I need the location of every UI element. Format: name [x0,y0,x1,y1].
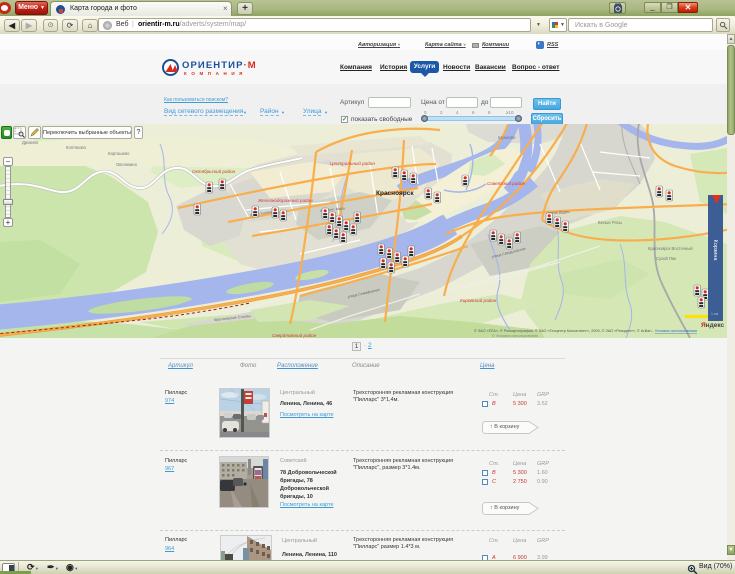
svg-text:Кировский район: Кировский район [460,297,497,303]
svg-text:Шумково: Шумково [498,135,516,140]
svg-text:1 см: 1 см [711,312,719,316]
svg-text:Октябрьский район: Октябрьский район [192,168,236,174]
svg-text:Сухой Пик: Сухой Пик [656,256,676,261]
svg-text:Железнодорожный район: Железнодорожный район [257,197,313,203]
svg-text:Дрокино: Дрокино [22,140,39,145]
svg-text:© ЗАО «ПГА», © Роскартография,: © ЗАО «ПГА», © Роскартография, © ЗАО «Ге… [474,329,697,333]
svg-text:Красноярск: Красноярск [376,190,414,197]
svg-text:Карташево: Карташево [108,151,130,156]
svg-text:Корзина: Корзина [712,240,718,262]
svg-text:Красноярск Восточный: Красноярск Восточный [648,246,693,251]
svg-text:Яндекс: Яндекс [701,322,725,329]
svg-text:Белые Росы: Белые Росы [598,220,622,225]
svg-text:Центральный район: Центральный район [330,160,375,166]
svg-text:Овсянкино: Овсянкино [116,162,138,167]
svg-text:Советский район: Советский район [487,180,526,186]
svg-text:Коптяково: Коптяково [66,145,87,150]
